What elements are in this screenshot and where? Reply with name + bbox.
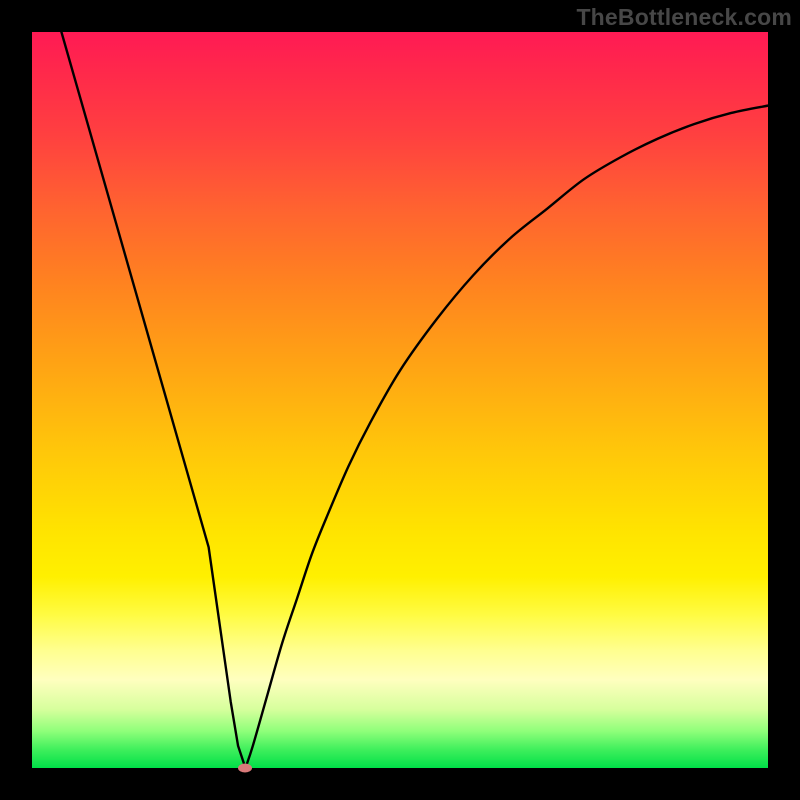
bottleneck-curve [61,32,768,768]
watermark-text: TheBottleneck.com [576,4,792,31]
chart-frame: TheBottleneck.com [0,0,800,800]
min-point-marker [238,764,252,773]
curve-svg [32,32,768,768]
plot-area [32,32,768,768]
